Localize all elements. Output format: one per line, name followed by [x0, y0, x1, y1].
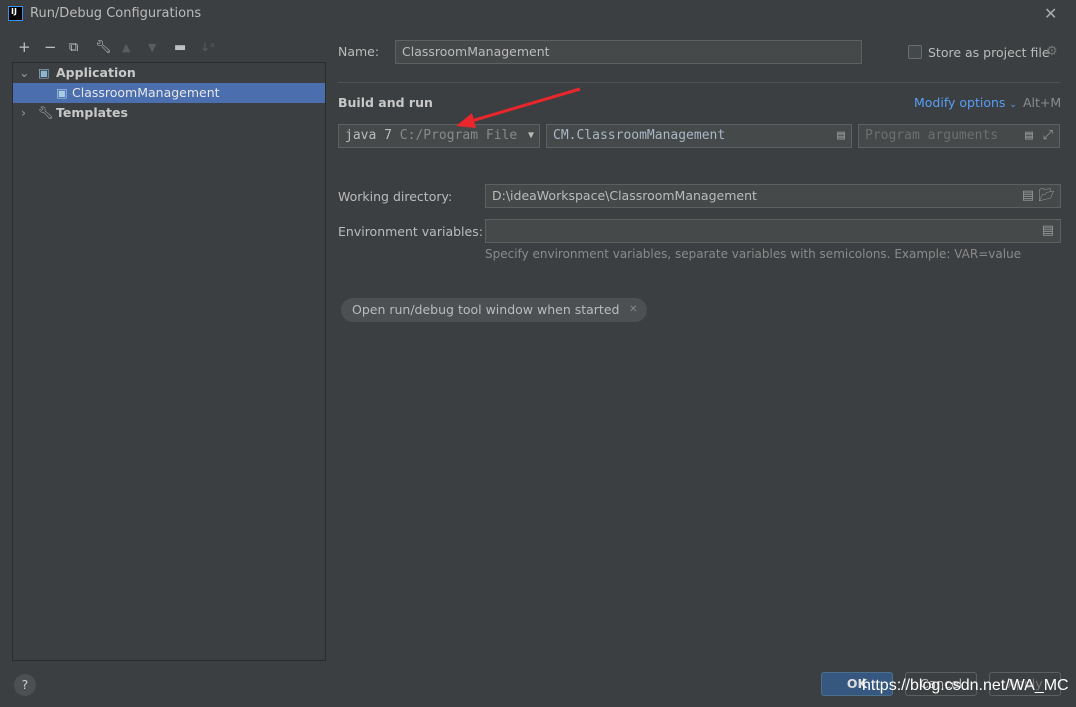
close-icon[interactable]: ✕ [1044, 4, 1057, 23]
modify-label: Modify options [914, 95, 1006, 110]
config-tree: ⌄ ▣ Application ▣ ClassroomManagement › … [12, 62, 326, 661]
name-input[interactable]: ClassroomManagement [395, 40, 862, 64]
new-folder-icon[interactable]: ▬ [174, 40, 186, 55]
intellij-logo: IJ [8, 6, 23, 21]
arrow-up-icon[interactable]: ▲ [122, 41, 130, 54]
window-title: Run/Debug Configurations [30, 6, 202, 21]
red-arrow-annotation [456, 87, 581, 128]
tree-item-classroommanagement[interactable]: ▣ ClassroomManagement [13, 83, 325, 103]
close-icon[interactable]: ✕ [629, 298, 637, 321]
env-input[interactable]: ▤ [485, 219, 1061, 243]
option-chip[interactable]: Open run/debug tool window when started … [341, 298, 648, 322]
workdir-input[interactable]: D:\ideaWorkspace\ClassroomManagement ▤ 📂… [485, 184, 1061, 208]
name-label: Name: [338, 44, 380, 59]
args-placeholder: Program arguments [865, 128, 999, 143]
store-label: Store as project file [928, 45, 1050, 60]
expand-icon[interactable]: ⤢ [1043, 125, 1053, 147]
plus-icon[interactable]: + [18, 38, 31, 56]
tree-item-application[interactable]: ⌄ ▣ Application [13, 63, 325, 83]
application-icon: ▣ [56, 85, 68, 100]
browse-icon[interactable]: ▤ [1025, 125, 1033, 147]
workdir-value: D:\ideaWorkspace\ClassroomManagement [492, 188, 757, 203]
tree-label: Application [56, 65, 136, 80]
divider [338, 82, 1060, 83]
main-class-input[interactable]: CM.ClassroomManagement ▤ [546, 124, 852, 148]
chevron-down-icon: ⌄ [1009, 100, 1017, 110]
wrench-icon: 🔧︎ [38, 105, 54, 120]
tree-label: ClassroomManagement [72, 85, 220, 100]
env-hint: Specify environment variables, separate … [485, 247, 1022, 261]
arrow-down-icon[interactable]: ▼ [148, 41, 156, 54]
application-icon: ▣ [38, 65, 50, 80]
folder-icon[interactable]: 📂︎ [1038, 185, 1055, 207]
chip-label: Open run/debug tool window when started [352, 302, 620, 317]
minus-icon[interactable]: − [44, 38, 57, 56]
gear-icon[interactable]: ⚙ [1046, 44, 1058, 59]
env-label: Environment variables: [338, 224, 483, 239]
tree-label: Templates [56, 105, 128, 120]
copy-icon[interactable]: ⧉ [69, 40, 78, 55]
section-title: Build and run [338, 95, 433, 110]
sort-icon[interactable]: ↓ᵃ [200, 40, 215, 54]
tree-item-templates[interactable]: › 🔧︎ Templates [13, 103, 325, 123]
help-button[interactable]: ? [14, 674, 36, 696]
jre-value: java 7 [345, 128, 392, 143]
wrench-icon[interactable]: 🔧︎ [95, 40, 112, 55]
watermark: https://blog.csdn.net/WA_MC [862, 677, 1069, 694]
jre-path: C:/Program File [399, 128, 518, 143]
browse-icon[interactable]: ▤ [837, 125, 845, 147]
modify-options-link[interactable]: Modify options ⌄ [914, 95, 1017, 110]
workdir-label: Working directory: [338, 189, 453, 204]
program-arguments-input[interactable]: Program arguments ▤ ⤢ [858, 124, 1060, 148]
browse-icon[interactable]: ▤ [1022, 185, 1034, 207]
browse-icon[interactable]: ▤ [1042, 220, 1054, 242]
main-class-value: CM.ClassroomManagement [553, 128, 726, 143]
store-checkbox[interactable] [908, 45, 922, 59]
modify-shortcut: Alt+M [1023, 95, 1062, 110]
